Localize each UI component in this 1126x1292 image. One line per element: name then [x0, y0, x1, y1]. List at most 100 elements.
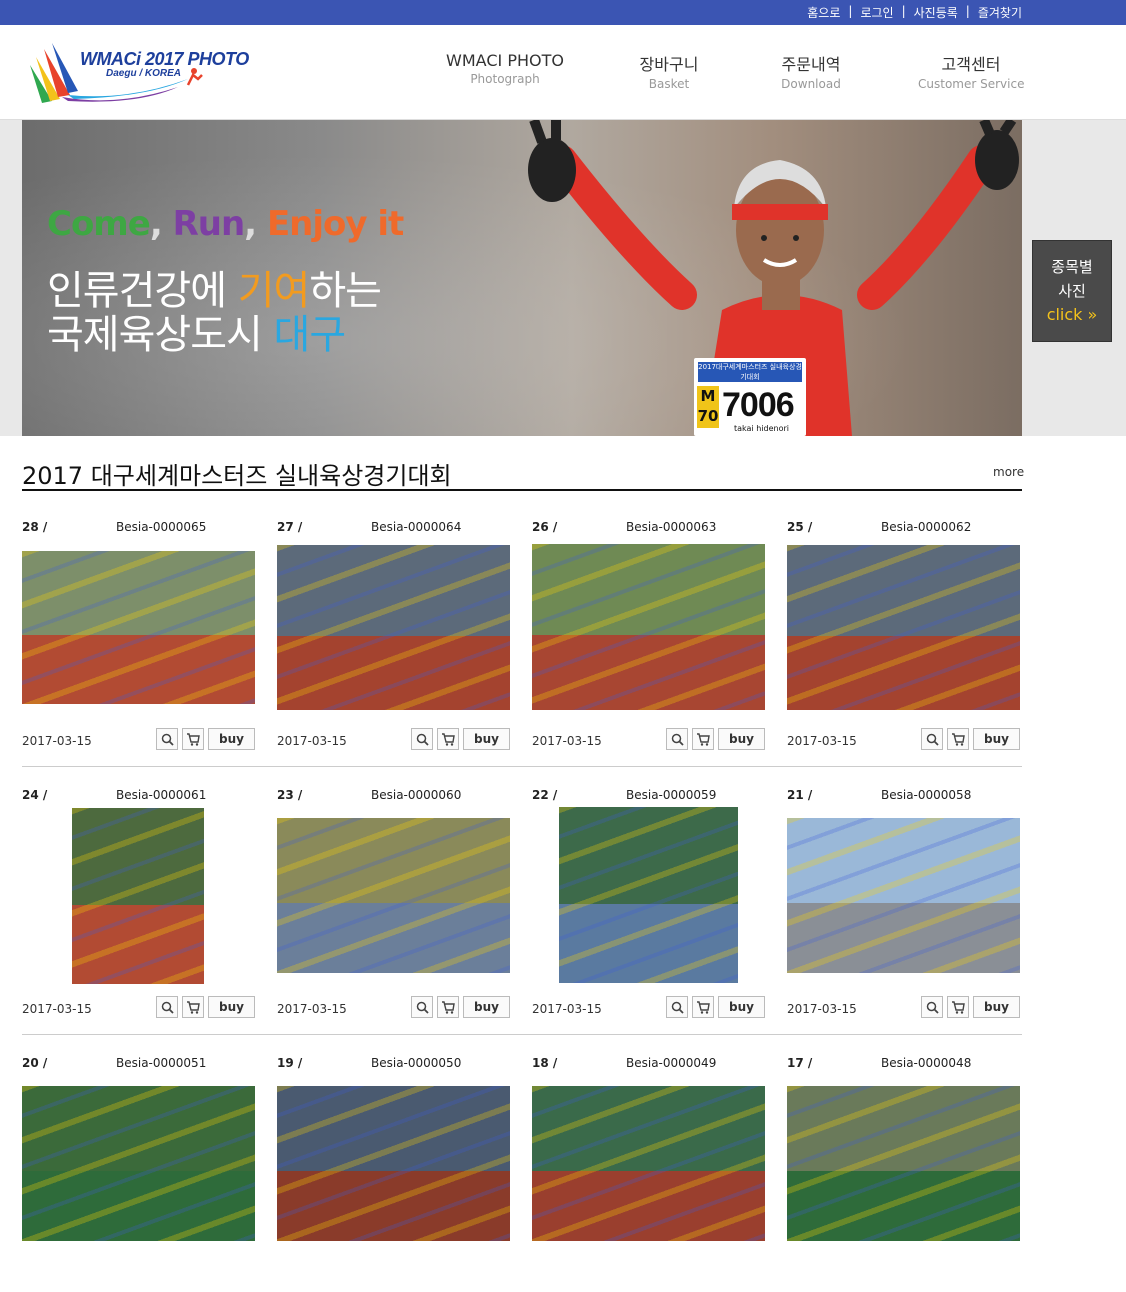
- add-to-cart-button[interactable]: [947, 728, 970, 750]
- nav-photo-sublabel: Photograph: [470, 72, 540, 86]
- buy-button[interactable]: buy: [718, 728, 765, 750]
- add-to-cart-button[interactable]: [692, 996, 715, 1018]
- magnifier-icon: [161, 1001, 174, 1014]
- photo-card[interactable]: 18 / Besia-0000049: [532, 1052, 765, 1292]
- zoom-button[interactable]: [666, 728, 689, 750]
- photo-date: 2017-03-15: [787, 1002, 857, 1016]
- photo-thumbnail[interactable]: [787, 1086, 1020, 1241]
- cart-icon: [697, 1000, 710, 1014]
- zoom-button[interactable]: [156, 996, 179, 1018]
- photo-date: 2017-03-15: [532, 734, 602, 748]
- photo-actions: buy: [156, 728, 255, 750]
- photo-code: Besia-0000065: [116, 520, 207, 534]
- photo-date: 2017-03-15: [22, 734, 92, 748]
- photo-thumbnail[interactable]: [559, 807, 738, 983]
- buy-button[interactable]: buy: [208, 728, 255, 750]
- photo-code: Besia-0000063: [626, 520, 717, 534]
- magnifier-icon: [926, 1001, 939, 1014]
- photo-card[interactable]: 17 / Besia-0000048: [787, 1052, 1020, 1292]
- buy-button[interactable]: buy: [463, 996, 510, 1018]
- more-link[interactable]: more: [993, 465, 1024, 479]
- separator: |: [901, 4, 906, 18]
- buy-button[interactable]: buy: [463, 728, 510, 750]
- add-to-cart-button[interactable]: [947, 996, 970, 1018]
- photo-thumbnail[interactable]: [72, 808, 204, 984]
- photo-code: Besia-0000058: [881, 788, 972, 802]
- photo-register-link[interactable]: 사진등록: [914, 4, 958, 21]
- nav-customer-service[interactable]: 고객센터 Customer Service: [918, 51, 1024, 91]
- buy-button[interactable]: buy: [718, 996, 765, 1018]
- section-divider: [22, 489, 1022, 491]
- photo-thumbnail[interactable]: [277, 1086, 510, 1241]
- home-link[interactable]: 홈으로: [807, 4, 840, 21]
- photo-number: 23 /: [277, 788, 303, 802]
- photo-number: 20 /: [22, 1056, 48, 1070]
- bib-number: 7006: [722, 386, 795, 424]
- site-logo[interactable]: WMACi 2017 PHOTO Daegu / KOREA: [28, 35, 249, 107]
- nav-basket-label: 장바구니: [639, 55, 699, 74]
- add-to-cart-button[interactable]: [182, 728, 205, 750]
- favorites-link[interactable]: 즐겨찾기: [978, 4, 1022, 21]
- add-to-cart-button[interactable]: [437, 996, 460, 1018]
- photo-thumbnail[interactable]: [277, 818, 510, 973]
- row-divider: [22, 1034, 1022, 1035]
- photo-card[interactable]: 24 / Besia-0000061 2017-03-15 buy: [22, 784, 255, 1024]
- photo-thumbnail[interactable]: [787, 818, 1020, 973]
- buy-button[interactable]: buy: [973, 728, 1020, 750]
- buy-button[interactable]: buy: [208, 996, 255, 1018]
- photo-thumbnail[interactable]: [787, 545, 1020, 710]
- photo-thumbnail[interactable]: [532, 1086, 765, 1241]
- nav-basket-sublabel: Basket: [648, 77, 690, 91]
- separator: |: [965, 4, 970, 18]
- photo-thumbnail[interactable]: [277, 545, 510, 710]
- photo-code: Besia-0000060: [371, 788, 462, 802]
- zoom-button[interactable]: [666, 996, 689, 1018]
- zoom-button[interactable]: [411, 996, 434, 1018]
- slogan-word-enjoy: Enjoy it: [266, 204, 404, 244]
- zoom-button[interactable]: [921, 996, 944, 1018]
- photo-card[interactable]: 20 / Besia-0000051: [22, 1052, 255, 1292]
- photo-number: 21 /: [787, 788, 813, 802]
- photo-actions: buy: [156, 996, 255, 1018]
- photo-card[interactable]: 25 / Besia-0000062 2017-03-15 buy: [787, 516, 1020, 756]
- photo-thumbnail[interactable]: [22, 1086, 255, 1241]
- nav-basket[interactable]: 장바구니 Basket: [620, 51, 718, 91]
- photo-card[interactable]: 27 / Besia-0000064 2017-03-15 buy: [277, 516, 510, 756]
- zoom-button[interactable]: [411, 728, 434, 750]
- photo-card[interactable]: 21 / Besia-0000058 2017-03-15 buy: [787, 784, 1020, 1024]
- bib-name: takai hidenori: [734, 424, 789, 433]
- zoom-button[interactable]: [921, 728, 944, 750]
- add-to-cart-button[interactable]: [182, 996, 205, 1018]
- bib-category: M 70: [697, 386, 719, 428]
- photo-card[interactable]: 19 / Besia-0000050: [277, 1052, 510, 1292]
- photo-thumbnail[interactable]: [22, 551, 255, 704]
- section-title: 2017 대구세계마스터즈 실내육상경기대회: [22, 462, 452, 490]
- nav-photo[interactable]: WMACI PHOTO Photograph: [446, 51, 564, 86]
- photo-card[interactable]: 26 / Besia-0000063 2017-03-15 buy: [532, 516, 765, 756]
- photo-actions: buy: [666, 728, 765, 750]
- add-to-cart-button[interactable]: [437, 728, 460, 750]
- photo-date: 2017-03-15: [277, 734, 347, 748]
- event-photos-button[interactable]: 종목별 사진 click »: [1032, 240, 1112, 342]
- event-photos-click: click »: [1046, 305, 1098, 324]
- watermark-overlay: [559, 807, 738, 983]
- watermark-overlay: [532, 544, 765, 710]
- login-link[interactable]: 로그인: [860, 4, 893, 21]
- nav-download-sublabel: Download: [781, 77, 841, 91]
- logo-subtitle: Daegu / KOREA: [106, 68, 182, 79]
- add-to-cart-button[interactable]: [692, 728, 715, 750]
- photo-code: Besia-0000051: [116, 1056, 207, 1070]
- photo-code: Besia-0000059: [626, 788, 717, 802]
- photo-card[interactable]: 28 / Besia-0000065 2017-03-15 buy: [22, 516, 255, 756]
- cart-icon: [442, 1000, 455, 1014]
- buy-button[interactable]: buy: [973, 996, 1020, 1018]
- zoom-button[interactable]: [156, 728, 179, 750]
- separator: |: [848, 4, 853, 18]
- nav-download[interactable]: 주문내역 Download: [762, 51, 860, 91]
- photo-code: Besia-0000050: [371, 1056, 462, 1070]
- photo-card[interactable]: 22 / Besia-0000059 2017-03-15 buy: [532, 784, 765, 1024]
- hero-banner[interactable]: Come, Run, Enjoy it 인류건강에 기여하는 국제육상도시 대구…: [22, 120, 1022, 436]
- photo-card[interactable]: 23 / Besia-0000060 2017-03-15 buy: [277, 784, 510, 1024]
- photo-thumbnail[interactable]: [532, 544, 765, 710]
- photo-date: 2017-03-15: [787, 734, 857, 748]
